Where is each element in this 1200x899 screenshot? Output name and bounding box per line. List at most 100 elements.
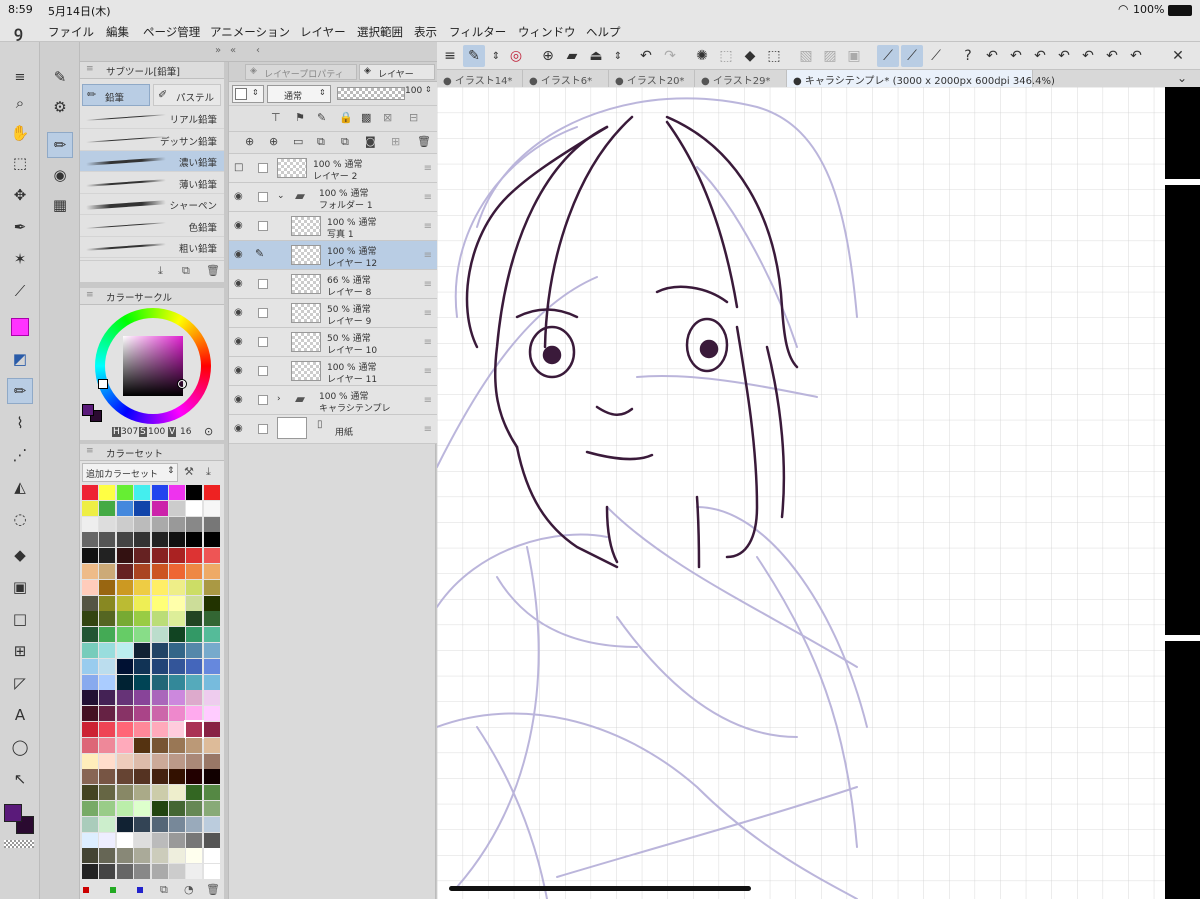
color-swatch[interactable] (82, 643, 98, 658)
color-swatch[interactable] (134, 500, 151, 516)
color-swatch[interactable] (82, 579, 98, 595)
color-swatch[interactable] (169, 643, 185, 658)
color-swatch[interactable] (99, 595, 116, 611)
color-swatch[interactable] (99, 816, 116, 832)
color-swatch[interactable] (99, 500, 116, 516)
color-swatch[interactable] (203, 564, 220, 579)
color-swatch[interactable] (186, 595, 203, 611)
color-swatch[interactable] (151, 485, 168, 500)
crop-icon[interactable]: ▨ (819, 45, 841, 67)
color-swatch[interactable] (134, 864, 151, 880)
wrench-icon[interactable]: ⚒ (184, 465, 194, 478)
color-swatch[interactable] (134, 785, 151, 801)
settings-group-icon[interactable]: ⚙ (47, 94, 73, 120)
color-swatch[interactable] (116, 706, 133, 722)
new-file-icon[interactable]: ⊕ (537, 45, 559, 67)
layer-row[interactable]: ◉ ⌄ ▰ 100 % 通常 フォルダー 1 ≡ (229, 183, 437, 212)
color-swatch[interactable] (186, 658, 203, 674)
color-swatch[interactable] (134, 548, 151, 564)
color-swatch[interactable] (134, 737, 151, 753)
color-swatch[interactable] (186, 579, 203, 595)
pen-tool-icon[interactable]: ✒ (7, 214, 33, 240)
menu-layer[interactable]: レイヤー (300, 24, 346, 40)
color-swatch[interactable] (99, 722, 116, 737)
eye-icon[interactable]: ◉ (234, 394, 243, 405)
collapse-right-icon[interactable]: » (215, 45, 221, 56)
tab-pencil[interactable]: ✏ 鉛筆 (82, 84, 150, 106)
color-swatch[interactable] (99, 516, 116, 532)
layer-mask-icon[interactable]: ◙ (365, 135, 376, 148)
color-swatch[interactable] (134, 643, 151, 658)
ruler-line-icon[interactable]: ◸ (7, 670, 33, 696)
lock-icon[interactable]: 🔒 (339, 111, 353, 124)
undo-icon[interactable]: ↶ (1125, 45, 1147, 67)
color-swatch[interactable] (134, 801, 151, 816)
color-swatch[interactable] (169, 722, 185, 737)
color-swatch[interactable] (203, 832, 220, 848)
color-swatch[interactable] (169, 532, 185, 548)
tab-doc-3[interactable]: ● イラスト20* (609, 70, 695, 87)
color-set-select[interactable]: 追加カラーセット ⇕ (82, 463, 178, 482)
eye-icon[interactable]: ◉ (234, 423, 243, 434)
color-swatch[interactable] (203, 722, 220, 737)
color-swatch[interactable] (169, 706, 185, 722)
color-swatch[interactable] (82, 722, 98, 737)
color-swatch[interactable] (116, 658, 133, 674)
color-swatch[interactable] (186, 516, 203, 532)
selection-out-icon[interactable]: ⬚ (763, 45, 785, 67)
color-swatch[interactable] (151, 658, 168, 674)
color-swatch[interactable] (134, 532, 151, 548)
color-swatch[interactable] (169, 832, 185, 848)
mask-icon[interactable]: ⊠ (383, 111, 392, 124)
menu-view[interactable]: 表示 (414, 24, 437, 40)
eye-icon[interactable]: ◉ (234, 249, 243, 260)
main-color-mini[interactable] (82, 404, 94, 416)
loading-icon[interactable]: ✺ (691, 45, 713, 67)
color-swatch[interactable] (134, 595, 151, 611)
color-swatch[interactable] (116, 848, 133, 864)
color-swatch[interactable] (169, 579, 185, 595)
color-swatch[interactable] (203, 500, 220, 516)
color-swatch[interactable] (186, 801, 203, 816)
color-swatch[interactable] (151, 816, 168, 832)
color-swatch[interactable] (186, 706, 203, 722)
clear-icon[interactable]: ▧ (795, 45, 817, 67)
color-swatch[interactable] (134, 769, 151, 785)
color-swatch[interactable] (116, 516, 133, 532)
layer-row[interactable]: ◉ ▯ 用紙 ≡ (229, 415, 437, 444)
menu-window[interactable]: ウィンドウ (518, 24, 576, 40)
color-mode-icon[interactable]: ⊙ (204, 425, 213, 438)
color-swatch[interactable] (151, 832, 168, 848)
color-swatch[interactable] (186, 532, 203, 548)
layer-check[interactable] (258, 221, 268, 231)
color-swatch[interactable] (151, 753, 168, 769)
color-swatch[interactable] (169, 485, 185, 500)
color-swatch[interactable] (151, 532, 168, 548)
color-swatch[interactable] (116, 816, 133, 832)
drag-handle-icon[interactable]: ≡ (424, 163, 432, 174)
main-color-swatch[interactable] (4, 804, 22, 822)
layer-row[interactable]: ◉ 50 % 通常 レイヤー 9 ≡ (229, 299, 437, 328)
color-swatch[interactable] (116, 674, 133, 690)
menu-lines-icon[interactable]: ≡ (7, 64, 33, 90)
color-swatch[interactable] (203, 595, 220, 611)
transform-icon[interactable]: ⬚ (715, 45, 737, 67)
tab-doc-2[interactable]: ● イラスト6* (523, 70, 609, 87)
color-swatch[interactable] (116, 611, 133, 627)
ruler-tool-icon[interactable]: ◩ (7, 346, 33, 372)
color-swatch[interactable] (186, 785, 203, 801)
chevron-down-icon[interactable]: ⌄ (1177, 71, 1187, 85)
layer-row[interactable]: ◉ 66 % 通常 レイヤー 8 ≡ (229, 270, 437, 299)
color-swatch[interactable] (169, 816, 185, 832)
color-swatch[interactable] (151, 516, 168, 532)
color-swatch[interactable] (169, 564, 185, 579)
brush-item[interactable]: 薄い鉛筆 (80, 173, 224, 194)
color-swatch[interactable] (134, 690, 151, 706)
color-swatch[interactable] (186, 864, 203, 880)
drag-handle-icon[interactable]: ≡ (424, 279, 432, 290)
layer-check[interactable] (258, 366, 268, 376)
grid-tool-icon[interactable]: ▦ (47, 192, 73, 218)
trash-icon[interactable]: 🗑 (417, 135, 431, 148)
hidden-icon[interactable]: □ (234, 162, 243, 173)
color-swatch[interactable] (169, 785, 185, 801)
